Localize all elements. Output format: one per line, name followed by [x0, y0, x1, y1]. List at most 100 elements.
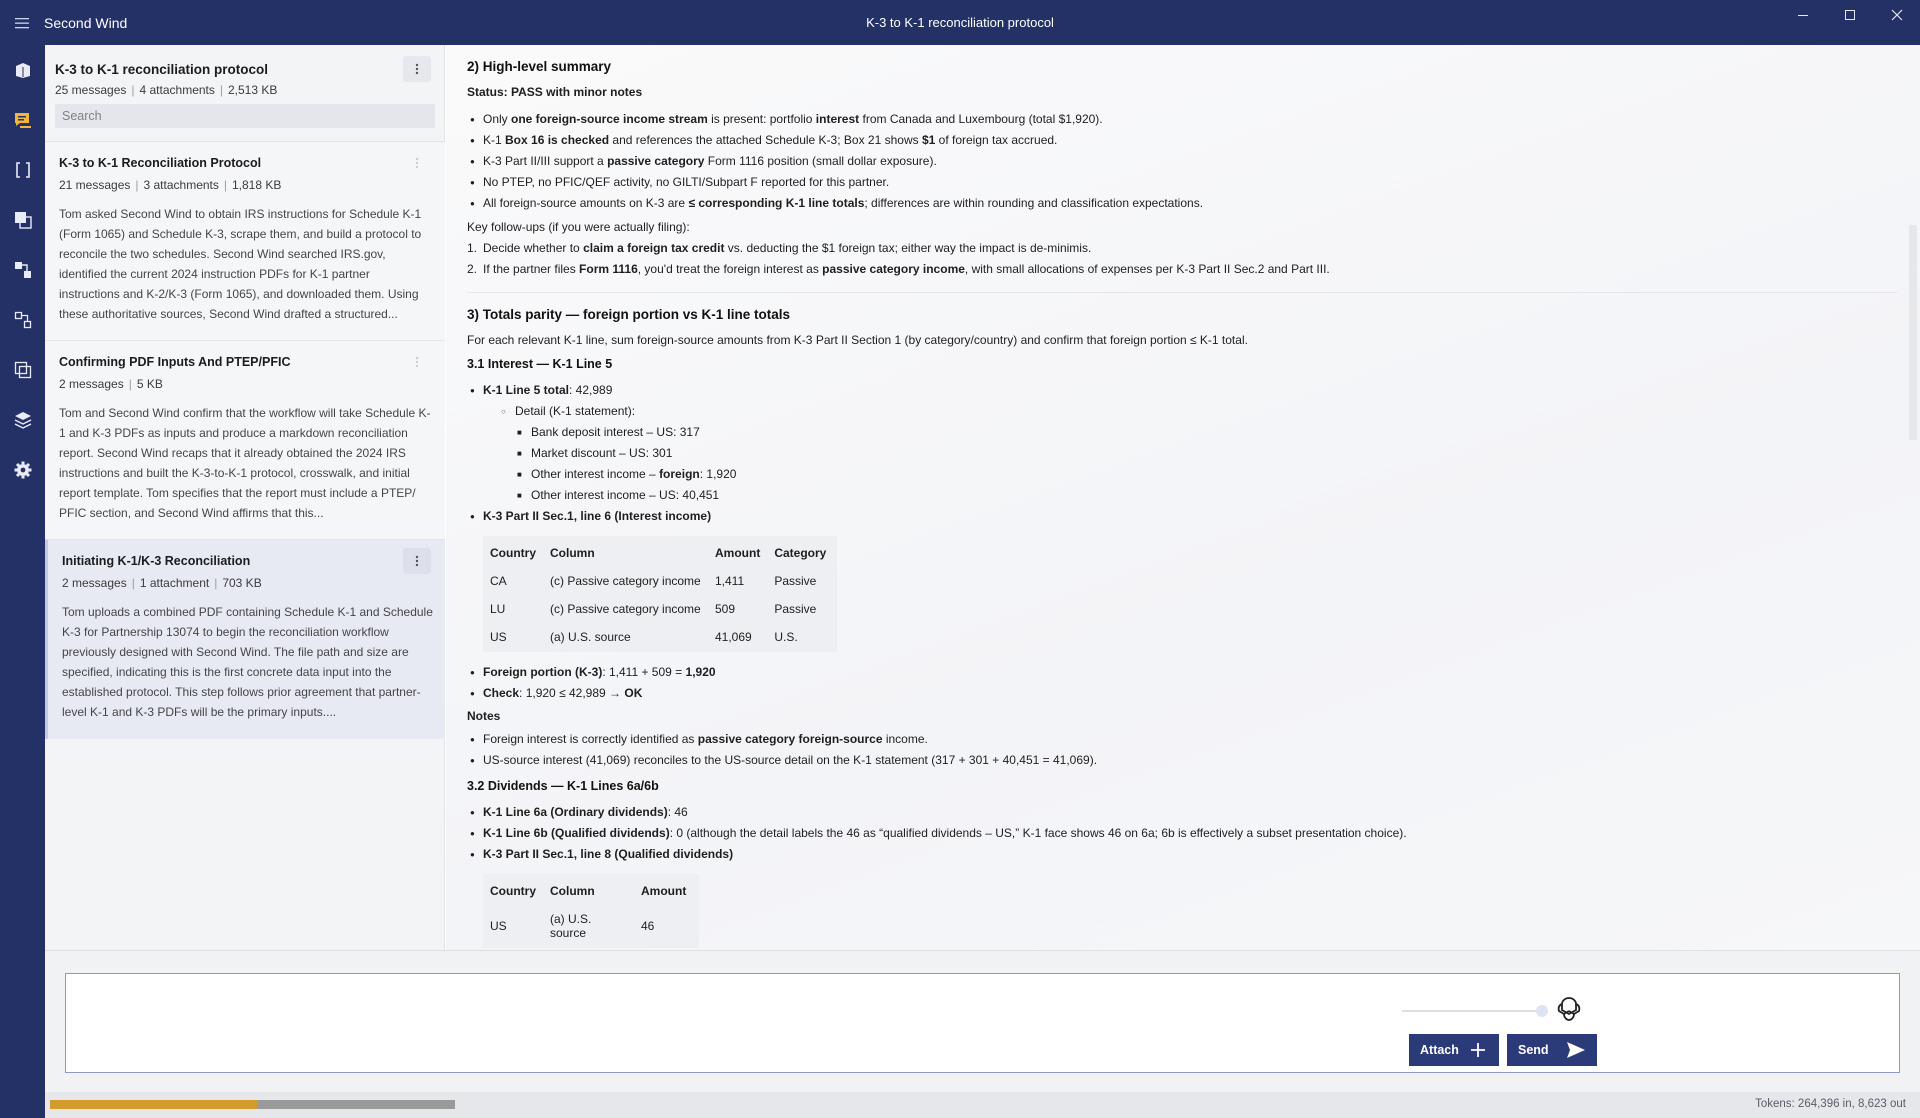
dividend-line: K-1 Line 6b (Qualified dividends): 0 (al…	[467, 823, 1897, 844]
detail-item: Other interest income – foreign: 1,920	[515, 464, 1897, 485]
message-input[interactable]	[76, 982, 1406, 1062]
dividends-table: Country Column Amount US (a) U.S. source 4…	[483, 874, 699, 948]
subsection-heading: 3.2 Dividends — K-1 Lines 6a/6b	[467, 779, 659, 793]
send-button[interactable]: Send	[1507, 1034, 1597, 1066]
send-icon	[1566, 1042, 1585, 1058]
status-line: Status: PASS with minor notes	[467, 85, 643, 99]
notes-label: Notes	[467, 709, 501, 723]
context-progress-bar	[50, 1100, 455, 1109]
detail-item: Bank deposit interest – US: 317	[515, 422, 1897, 443]
detail-label: Detail (K-1 statement):	[499, 401, 1897, 422]
parity-check: Check: 1,920 ≤ 42,989 → OK	[467, 683, 1897, 704]
interest-list: K-1 Line 5 total: 42,989 Detail (K-1 sta…	[467, 380, 1897, 527]
note-item: Foreign interest is correctly identified…	[467, 729, 1897, 750]
window-title: K-3 to K-1 reconciliation protocol	[866, 15, 1054, 30]
section-intro: For each relevant K-1 line, sum foreign-…	[467, 333, 1248, 347]
table-row: LU (c) Passive category income 509 Passive	[490, 602, 817, 616]
composer-area: Attach Send	[45, 950, 1920, 1092]
status-bar: Tokens: 264,396 in, 8,623 out	[45, 1092, 1920, 1118]
summary-bullet: Only one foreign-source income stream is…	[467, 109, 1897, 130]
conversation-menu-icon[interactable]	[403, 349, 431, 375]
dividends-list: K-1 Line 6a (Ordinary dividends): 46 K-1…	[467, 802, 1897, 865]
conversation-item[interactable]: K-3 to K-1 Reconciliation Protocol 21 me…	[45, 141, 445, 340]
workflow-icon[interactable]	[0, 245, 45, 295]
table-header: Column	[550, 884, 595, 898]
conversation-list-pane: K-3 to K-1 reconciliation protocol 25 me…	[45, 45, 445, 950]
slider-handle[interactable]	[1536, 1005, 1548, 1017]
interest-table: Country Column Amount Category CA (c) Pas…	[483, 536, 838, 652]
plus-icon	[1470, 1043, 1485, 1057]
section-heading: 2) High-level summary	[467, 59, 612, 74]
attach-button[interactable]: Attach	[1409, 1034, 1499, 1066]
model-logo-icon[interactable]	[1554, 994, 1584, 1024]
stack-icon[interactable]	[0, 395, 45, 445]
table-header: Amount	[715, 546, 761, 560]
table-header: Category	[774, 546, 827, 560]
temperature-slider[interactable]	[1402, 1005, 1548, 1017]
report-content: 2) High-level summary Status: PASS with …	[467, 59, 1897, 950]
conversation-meta: 21 messages | 3 attachments | 1,818 KB	[59, 178, 282, 192]
conversation-title: K-3 to K-1 Reconciliation Protocol	[59, 156, 262, 170]
followup-item: 2. If the partner files Form 1116, you'd …	[467, 262, 1330, 276]
divider	[467, 292, 1897, 293]
title-bar: Second Wind K-3 to K-1 reconciliation pr…	[0, 0, 1920, 45]
project-title: K-3 to K-1 reconciliation protocol	[55, 62, 269, 77]
summary-list: Only one foreign-source income stream is…	[467, 109, 1897, 214]
note-item: US-source interest (41,069) reconciles t…	[467, 750, 1897, 771]
k3-line-label: K-3 Part II Sec.1, line 8 (Qualified div…	[467, 844, 1897, 865]
conversation-title: Confirming PDF Inputs And PTEP/PFIC	[59, 355, 291, 369]
subsection-heading: 3.1 Interest — K-1 Line 5	[467, 357, 613, 371]
conversation-item-selected[interactable]: Initiating K-1/K-3 Reconciliation 2 mess…	[45, 539, 445, 739]
conversation-summary: Tom asked Second Wind to obtain IRS inst…	[59, 207, 422, 321]
icon-rail	[0, 45, 45, 1118]
attachment-count: 4 attachments	[139, 83, 215, 97]
app-name: Second Wind	[44, 14, 128, 31]
progress-fill	[50, 1100, 257, 1109]
maximize-icon[interactable]	[1826, 0, 1873, 30]
search-input[interactable]	[55, 104, 435, 128]
conversation-summary: Tom uploads a combined PDF containing Sc…	[62, 605, 433, 719]
detail-item: Market discount – US: 301	[515, 443, 1897, 464]
layers-window-icon[interactable]	[0, 345, 45, 395]
composer: Attach Send	[65, 973, 1900, 1073]
followups-list: 1. Decide whether to claim a foreign tax …	[467, 238, 1897, 280]
diagram-icon[interactable]	[0, 295, 45, 345]
summary-bullet: K-1 Box 16 is checked and references the…	[467, 130, 1897, 151]
documents-icon[interactable]	[0, 195, 45, 245]
followups-label: Key follow-ups (if you were actually fil…	[467, 220, 690, 234]
table-header: Amount	[641, 884, 687, 898]
k3-line-label: K-3 Part II Sec.1, line 6 (Interest inco…	[467, 506, 1897, 527]
hamburger-menu-icon[interactable]	[0, 0, 44, 45]
summary-bullet: No PTEP, no PFIC/QEF activity, no GILTI/…	[467, 172, 1897, 193]
interest-check-list: Foreign portion (K-3): 1,411 + 509 = 1,9…	[467, 662, 1897, 704]
minimize-icon[interactable]	[1779, 0, 1826, 30]
followup-item: 1. Decide whether to claim a foreign tax …	[467, 241, 1092, 255]
message-view: 2) High-level summary Status: PASS with …	[446, 45, 1920, 950]
summary-bullet: All foreign-source amounts on K-3 are ≤ …	[467, 193, 1897, 214]
table-row: US (a) U.S. source 41,069 U.S.	[490, 630, 798, 644]
brackets-icon[interactable]	[0, 145, 45, 195]
table-header: Country	[490, 884, 536, 898]
close-icon[interactable]	[1873, 0, 1920, 30]
conversation-item[interactable]: Confirming PDF Inputs And PTEP/PFIC 2 me…	[45, 340, 445, 539]
project-menu-icon[interactable]	[403, 56, 431, 82]
vertical-scrollbar[interactable]	[1909, 225, 1917, 440]
table-header: Column	[550, 546, 595, 560]
settings-icon[interactable]	[0, 445, 45, 495]
section-heading: 3) Totals parity — foreign portion vs K-…	[467, 307, 791, 322]
dividend-line: K-1 Line 6a (Ordinary dividends): 46	[467, 802, 1897, 823]
conversation-title: Initiating K-1/K-3 Reconciliation	[62, 554, 251, 568]
book-icon[interactable]	[0, 45, 45, 95]
chat-icon[interactable]	[0, 95, 45, 145]
token-count: Tokens: 264,396 in, 8,623 out	[1755, 1098, 1906, 1110]
line-total: K-1 Line 5 total: 42,989 Detail (K-1 sta…	[467, 380, 1897, 506]
summary-bullet: K-3 Part II/III support a passive catego…	[467, 151, 1897, 172]
table-header: Country	[490, 546, 536, 560]
conversation-summary: Tom and Second Wind confirm that the wor…	[59, 406, 431, 520]
project-meta: 25 messages | 4 attachments | 2,513 KB	[55, 83, 278, 97]
conversation-menu-icon[interactable]	[403, 548, 431, 574]
conversation-menu-icon[interactable]	[403, 150, 431, 176]
conversation-meta: 2 messages | 5 KB	[59, 377, 163, 391]
notes-list: Foreign interest is correctly identified…	[467, 729, 1897, 771]
message-count: 25 messages	[55, 83, 127, 97]
